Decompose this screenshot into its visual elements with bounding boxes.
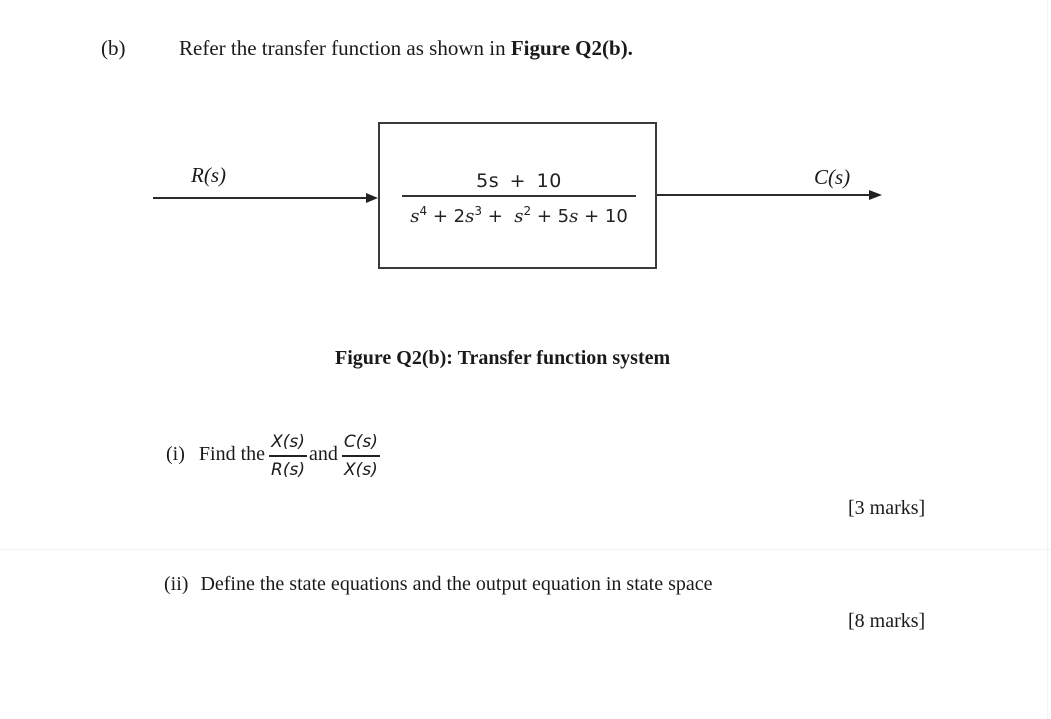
fraction-numerator: X(s) [271, 432, 305, 453]
fraction-x-over-r: X(s) R(s) [269, 431, 307, 481]
output-signal-label: C(s) [814, 165, 851, 189]
operator: + [481, 205, 515, 227]
fraction-numerator: C(s) [343, 432, 378, 453]
question-intro: Refer the transfer function as shown in … [179, 36, 633, 61]
output-arrowhead [869, 190, 882, 200]
marks-ii: [8 marks] [848, 610, 926, 632]
part-label: (b) [101, 36, 126, 60]
sub-question-label: (ii) [164, 573, 189, 595]
polynomial-term: s4 [410, 203, 428, 227]
sub-question-ii: (ii) Define the state equations and the o… [164, 573, 713, 596]
operator: + [578, 205, 605, 227]
fraction-c-over-x: C(s) X(s) [341, 431, 380, 481]
scan-artifact-edge [1047, 0, 1048, 719]
constant-term: 10 [604, 205, 628, 227]
input-arrowhead [366, 193, 378, 203]
sub-question-i: (i) Find the X(s) R(s) and C(s) X(s) [166, 424, 382, 484]
figure-reference: Figure Q2(b). [510, 36, 633, 60]
sub-question-text: Find the [198, 442, 266, 465]
sub-question-text: Define the state equations and the outpu… [200, 573, 713, 595]
intro-text: Refer the transfer function as shown in [179, 36, 511, 60]
polynomial-term: s2 [514, 203, 532, 227]
fraction-denominator: X(s) [343, 459, 378, 480]
transfer-function-fraction: 5s + 10 s4 + 2s3 + s2 + 5s + 10 [402, 170, 636, 229]
tf-numerator: 5s + 10 [476, 170, 562, 192]
transfer-function-block: 5s + 10 s4 + 2s3 + s2 + 5s + 10 [378, 122, 657, 269]
operator: + [427, 205, 454, 227]
sub-question-label: (i) [166, 442, 185, 465]
figure-caption: Figure Q2(b): Transfer function system [335, 347, 671, 369]
polynomial-term: 2s3 [453, 203, 482, 227]
operator: + [531, 205, 558, 227]
fraction-denominator: R(s) [271, 459, 305, 480]
marks-i: [3 marks] [848, 497, 926, 519]
scan-artifact-rule [0, 549, 1051, 550]
polynomial-term: 5s [557, 205, 579, 227]
input-signal-label: R(s) [191, 163, 226, 187]
sub-question-conjunction: and [308, 442, 338, 465]
tf-denominator: s4 + 2s3 + s2 + 5s + 10 [402, 197, 636, 229]
